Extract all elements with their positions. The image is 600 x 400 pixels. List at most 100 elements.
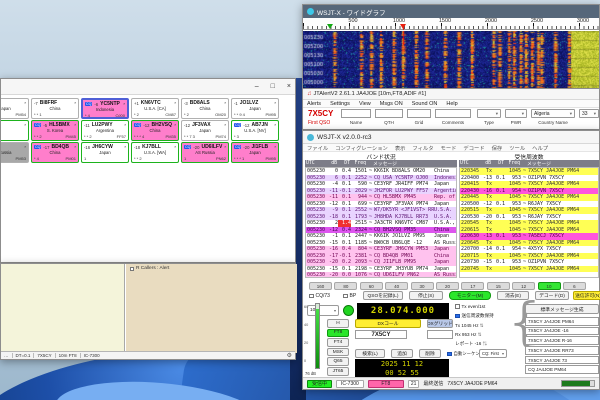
table-row[interactable]: 220745 Tx 1045 ~7X5CY JA4JOE PM64 [460, 265, 598, 272]
tx-message-field[interactable]: 7X5CY JA4JOE PM64 [525, 317, 599, 326]
rx-frequency-table[interactable]: 220345 Tx 1045 ~7X5CY JA4JOE PM64 220400 -13 0… [459, 167, 599, 278]
waterfall-display[interactable] [303, 31, 599, 88]
jtalert-combo-type[interactable] [477, 109, 501, 118]
menu-item[interactable]: Msgs ON [380, 101, 403, 107]
band-button-80[interactable]: 80 [334, 282, 358, 290]
menu-item[interactable]: ヘルプ [532, 144, 548, 152]
menu-item[interactable]: 保存 [492, 144, 503, 152]
delete-button[interactable]: 削除 [419, 349, 441, 358]
callsign-cell-BH2VSQ[interactable]: CQ -12 BH2VSQ * China * * * 4 PM35 [131, 120, 179, 141]
cq73-checkbox[interactable]: CQ/73 [309, 293, 330, 299]
band-button-15[interactable]: 15 [486, 282, 510, 290]
jtalert-input-grid[interactable] [407, 109, 431, 118]
tx-message-field[interactable]: 7X5CY JA4JOE RR73 [525, 346, 599, 355]
jtalert-input-comments[interactable] [435, 109, 471, 118]
menu-item[interactable]: Settings [330, 101, 350, 107]
band-button-30[interactable]: 30 [410, 282, 434, 290]
callsign-cell-HL5BMX[interactable]: CQ -5 HL5BMX * S. Korea * * 2 PM45 [31, 120, 79, 141]
table-row[interactable]: 005230-200.01076~CQ UD6ILFV PN62 AS Russi… [306, 272, 456, 278]
log-qso-button[interactable]: QSOを記録(L) [363, 291, 403, 300]
tx-message-field[interactable]: 7X5CY JA4JOE R-16 [525, 336, 599, 345]
menu-item[interactable]: フィルタ [412, 144, 433, 152]
menu-item[interactable]: Alerts [307, 101, 321, 107]
dx-grid-field[interactable] [427, 330, 453, 339]
band-activity-table[interactable]: 005230 0 0.4 1501 ~ KK6IK BD8ALS OM20 China 005… [305, 167, 457, 278]
tx-freq-spinner[interactable]: Tx 1045 Hz [455, 323, 484, 329]
callsign-cell-KJ7BLL[interactable]: -18 KJ7BLL * U.S.A. [WA] * * 2 [131, 142, 179, 163]
callers-alert-checkbox[interactable]: R Callers : Alert [130, 266, 169, 271]
band-button-20[interactable]: 20 [435, 282, 459, 290]
generate-msgs-button[interactable]: 標準メッセージ生成 [525, 304, 599, 314]
jtalert-combo-cq-zone[interactable]: 33 [579, 109, 599, 118]
mode-button-ft4[interactable]: FT4 [327, 338, 349, 347]
mode-button-ft8[interactable]: FT8 [327, 328, 349, 338]
cell-dt: 0.0 [341, 272, 351, 278]
add-button[interactable]: 追加 [391, 349, 413, 358]
call-first-combo[interactable]: CQ: First ▾ [479, 349, 507, 358]
menu-item[interactable]: View [359, 101, 371, 107]
menu-item[interactable]: ツール [509, 144, 525, 152]
jtalert-combo-pwr[interactable] [505, 109, 527, 118]
callsign-cell-KN6VTC[interactable]: +1 KN6VTC * U.S.A. [CA] * 2 CM87 [131, 98, 179, 119]
tx-message-field[interactable]: 7X5CY JA4JOE 73 [525, 355, 599, 365]
menu-item[interactable]: Help [446, 101, 457, 107]
menu-item[interactable]: Sound ON [412, 101, 438, 107]
jtalert-input-name[interactable] [341, 109, 371, 118]
close-icon[interactable]: × [287, 83, 291, 90]
tx-message-field[interactable]: CQ JA4JOE PM64 [525, 365, 599, 374]
callsign-cell-BD8ALS[interactable]: -3 BD8ALS * China * 2 OM20 [181, 98, 229, 119]
jtalert-input-qth[interactable] [375, 109, 403, 118]
callsign-cell-UD6ILFV[interactable]: CQ -20 UD6ILFV * AS Russia 1 PN62 [181, 142, 229, 163]
hold-tx-freq-checkbox[interactable]: 送信周波数保持 [455, 313, 494, 319]
callsign-cell-JF3VAX[interactable]: -12 JF3VAX * Japan * * 7 3 PM74 [181, 120, 229, 141]
dx-call-field[interactable]: 7X5CY [355, 330, 407, 339]
tx-message-field[interactable]: 7X5CY JA4JOE -16 [525, 326, 599, 336]
callsign-cell-8LQE[interactable]: 8LQE*RussiaPM53 [1, 142, 29, 163]
jtalert-titlebar[interactable]: ♫ JTAlertV2 2.61.1 JA4JOE [10m,FT8,ADIF … [303, 89, 599, 100]
bp-checkbox[interactable]: BP [343, 293, 356, 299]
callsign-cell-JI1FLB[interactable]: CQ -20 JI1FLB * Japan * * * 1 PM95 [231, 142, 279, 163]
band-button-12[interactable]: 12 [512, 282, 536, 290]
callsign-cell-LU2PWY[interactable]: -11 LU2PWY * Argentina * * 2 FF57 [81, 120, 129, 141]
wide-graph-titlebar[interactable]: WSJT-X - ワイドグラフ [303, 5, 599, 18]
monitor-button[interactable]: モニター(M) [449, 291, 491, 300]
menu-item[interactable]: デコード [463, 144, 484, 152]
callsigns-titlebar[interactable]: – □ × [1, 79, 295, 95]
band-selector[interactable]: 10m▾ [307, 305, 339, 316]
band-button-10[interactable]: 10 [537, 282, 561, 290]
menu-item[interactable]: モード [441, 144, 457, 152]
mode-button-h[interactable]: H [327, 319, 349, 328]
callsign-cell-4SVS[interactable]: 4SVS*JapanPM54 [1, 98, 29, 119]
menu-item[interactable]: 表示 [395, 144, 406, 152]
frequency-scale[interactable]: 500 1000 1500 2000 2500 3000 [303, 18, 599, 30]
stop-button[interactable]: 停止(S) [409, 291, 443, 300]
maximize-icon[interactable]: □ [271, 83, 275, 90]
enable-tx-button[interactable]: 送信許可(N) [573, 291, 600, 300]
callsign-cell-F1VST[interactable]: F1VST** * [1, 120, 29, 141]
callsign-cell-BD4QB[interactable]: CQ -17 BD4QB * China * 4 PM01 [31, 142, 79, 163]
lookup-button[interactable]: 検索(L) [355, 349, 385, 358]
band-button-6[interactable]: 6 [562, 282, 586, 290]
gear-icon[interactable]: ⚙ [287, 352, 292, 359]
callsign-cell-AB7JN[interactable]: CQ -12 AB7JN * U.S.A. [NV] * 3 [231, 120, 279, 141]
minimize-icon[interactable]: – [255, 83, 259, 90]
band-button-17[interactable]: 17 [461, 282, 485, 290]
menu-item[interactable]: ファイル [307, 144, 328, 152]
callsign-cell-JH6CYW[interactable]: -16 JH6CYW * Japan 1 [81, 142, 129, 163]
jtalert-combo-country-name[interactable]: Algeria [531, 109, 575, 118]
band-button-40[interactable]: 40 [385, 282, 409, 290]
rx-freq-spinner[interactable]: Rx 953 Hz [455, 332, 482, 338]
callsign-cell-BI8FRF[interactable]: -7 BI8FRF * China * * 1 [31, 98, 79, 119]
callsign-cell-YC5NTP[interactable]: CQ -6 YC5NTP * Indonesia * 4 OJ00 [81, 98, 129, 119]
mode-button-msk[interactable]: MSK [327, 347, 349, 357]
mode-button-q65[interactable]: Q65 [327, 357, 349, 366]
menu-item[interactable]: コンフィグレーション [335, 144, 388, 152]
tx-even-checkbox[interactable]: Tx even/1st [455, 304, 485, 309]
wsjtx-titlebar[interactable]: WSJT-X v2.0.0-rc3 [303, 131, 599, 144]
dx-callsign[interactable]: 7X5CY [308, 109, 333, 118]
report-spinner[interactable]: レポート -16 [455, 341, 487, 347]
band-button-60[interactable]: 60 [359, 282, 383, 290]
callsign-cell-JO1LVZ[interactable]: -1 JO1LVZ * Japan * * 9 4 PM95 [231, 98, 279, 119]
mode-button-jt65[interactable]: JT65 [327, 367, 349, 376]
band-button-160[interactable]: 160 [309, 282, 332, 290]
